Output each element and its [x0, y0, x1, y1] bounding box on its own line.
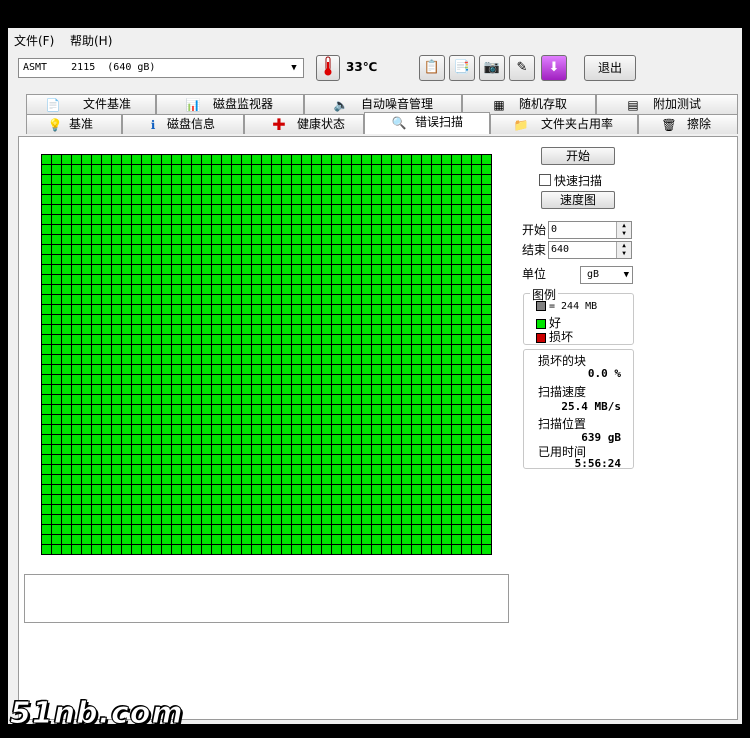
tab-label: 自动噪音管理: [361, 97, 434, 111]
start-input-value: 0: [551, 224, 558, 235]
start-label: 开始: [522, 223, 547, 237]
tab-label: 附加测试: [653, 97, 702, 111]
menu-help[interactable]: 帮助(H): [70, 32, 112, 49]
tab-label: 擦除: [687, 117, 712, 131]
scan-block-map: [41, 154, 492, 555]
magnifier-icon: 🔍: [391, 116, 407, 130]
start-button[interactable]: 开始: [541, 147, 615, 165]
info-icon: ℹ: [150, 118, 156, 132]
end-input[interactable]: 640 ▲ ▼: [548, 241, 632, 259]
chevron-down-icon: ▼: [623, 270, 629, 280]
camera-icon: 📷: [483, 60, 501, 75]
trash-icon: 🗑: [661, 118, 677, 132]
copy-all-icon: 📑: [453, 60, 471, 75]
thermometer-icon: [316, 55, 340, 81]
speaker-icon: 🔈: [333, 98, 349, 112]
folder-icon: 📁: [513, 118, 529, 132]
scan-log-box[interactable]: [24, 574, 509, 623]
unit-label: 单位: [522, 267, 547, 281]
exit-button[interactable]: 退出: [584, 55, 636, 81]
stats-group: 损坏的块 0.0 % 扫描速度 25.4 MB/s 扫描位置 639 gB 已用…: [523, 349, 634, 470]
chevron-down-icon: ▼: [291, 63, 297, 73]
tab-error-scan[interactable]: 🔍 错误扫描: [364, 112, 490, 134]
drive-select-value: ASMT 2115 (640 gB): [23, 62, 156, 73]
speed-map-button[interactable]: 速度图: [541, 191, 615, 209]
bulb-icon: 💡: [47, 118, 63, 132]
site-watermark: 51nb.com: [10, 696, 184, 732]
app-window: 文件(F) 帮助(H) ASMT 2115 (640 gB) ▼ 33℃ 📋 📑…: [8, 28, 742, 724]
extra-tests-icon: ▤: [627, 98, 639, 112]
spin-down-icon[interactable]: ▼: [616, 230, 631, 238]
unit-select-value: gB: [587, 269, 600, 280]
damaged-blocks-value: 0.0 %: [587, 367, 621, 380]
tab-label: 健康状态: [297, 117, 346, 131]
tab-label: 文件夹占用率: [541, 117, 614, 131]
end-label: 结束: [522, 243, 547, 257]
tab-row-top: 📄 文件基准 📊 磁盘监视器 🔈 自动噪音管理 ▦ 随机存取 ▤ 附加测试: [26, 94, 738, 114]
tab-label: 基准: [69, 117, 94, 131]
quick-scan-checkbox[interactable]: [539, 174, 551, 186]
end-input-value: 640: [551, 244, 570, 255]
scan-speed-label: 扫描速度: [538, 385, 587, 399]
toolbar: ASMT 2115 (640 gB) ▼ 33℃ 📋 📑 📷 ✎ ⬇ 退出: [8, 50, 742, 90]
legend-bad: 损坏: [536, 328, 573, 345]
unit-select[interactable]: gB ▼: [580, 266, 633, 284]
drive-select[interactable]: ASMT 2115 (640 gB) ▼: [18, 58, 304, 78]
tab-disk-monitor[interactable]: 📊 磁盘监视器: [156, 94, 304, 114]
tab-disk-info[interactable]: ℹ 磁盘信息: [122, 114, 244, 134]
legend-block-text: = 244 MB: [549, 301, 598, 312]
tab-file-benchmark[interactable]: 📄 文件基准: [26, 94, 156, 114]
spin-up-icon[interactable]: ▲: [616, 222, 631, 230]
copy-text-button[interactable]: 📋: [419, 55, 445, 81]
tab-label: 随机存取: [519, 97, 568, 111]
damaged-blocks-label: 损坏的块: [538, 354, 587, 368]
scan-position-value: 639 gB: [581, 431, 621, 444]
scan-speed-value: 25.4 MB/s: [561, 400, 621, 413]
tab-erase[interactable]: 🗑 擦除: [638, 114, 738, 134]
tab-random-access[interactable]: ▦ 随机存取: [462, 94, 596, 114]
health-cross-icon: ✚: [272, 115, 286, 134]
tab-label: 磁盘信息: [167, 117, 216, 131]
menu-bar: 文件(F) 帮助(H): [8, 28, 742, 50]
options-icon: ✎: [516, 60, 528, 75]
save-button[interactable]: ⬇: [541, 55, 567, 81]
tab-aam[interactable]: 🔈 自动噪音管理: [304, 94, 462, 114]
tab-label: 文件基准: [83, 97, 132, 111]
good-swatch: [536, 318, 546, 329]
temperature-readout: 33℃: [346, 60, 378, 74]
random-access-icon: ▦: [493, 98, 505, 112]
legend-group: 图例 = 244 MB 好 损坏: [523, 286, 634, 345]
copy-icon: 📋: [423, 60, 441, 75]
scan-position-label: 扫描位置: [538, 417, 587, 431]
legend-block-size: = 244 MB: [536, 301, 597, 312]
quick-scan-label: 快速扫描: [554, 174, 603, 188]
spin-up-icon[interactable]: ▲: [616, 242, 631, 250]
elapsed-value: 5:56:24: [574, 457, 621, 470]
bad-swatch: [536, 332, 546, 343]
screenshot-button[interactable]: 📷: [479, 55, 505, 81]
tab-label: 磁盘监视器: [213, 97, 274, 111]
menu-file[interactable]: 文件(F): [14, 32, 54, 49]
spin-down-icon[interactable]: ▼: [616, 250, 631, 258]
copy-all-button[interactable]: 📑: [449, 55, 475, 81]
options-button[interactable]: ✎: [509, 55, 535, 81]
disk-monitor-icon: 📊: [185, 98, 201, 112]
download-arrow-icon: ⬇: [548, 60, 560, 75]
legend-bad-text: 损坏: [549, 330, 574, 344]
tab-health[interactable]: ✚ 健康状态: [244, 114, 364, 134]
tab-row-bottom: 💡 基准 ℹ 磁盘信息 ✚ 健康状态 🔍 错误扫描 📁 文件夹占用率 🗑 擦除: [26, 112, 738, 134]
file-benchmark-icon: 📄: [45, 98, 61, 112]
tab-benchmark[interactable]: 💡 基准: [26, 114, 122, 134]
tab-extra-tests[interactable]: ▤ 附加测试: [596, 94, 738, 114]
start-input[interactable]: 0 ▲ ▼: [548, 221, 632, 239]
error-scan-panel: 开始 快速扫描 速度图 开始 0 ▲ ▼ 结束 640 ▲ ▼ 单位 gB ▼ …: [18, 136, 738, 720]
tab-folder-usage[interactable]: 📁 文件夹占用率: [490, 114, 638, 134]
block-swatch: [536, 301, 546, 311]
tab-label: 错误扫描: [415, 115, 464, 129]
